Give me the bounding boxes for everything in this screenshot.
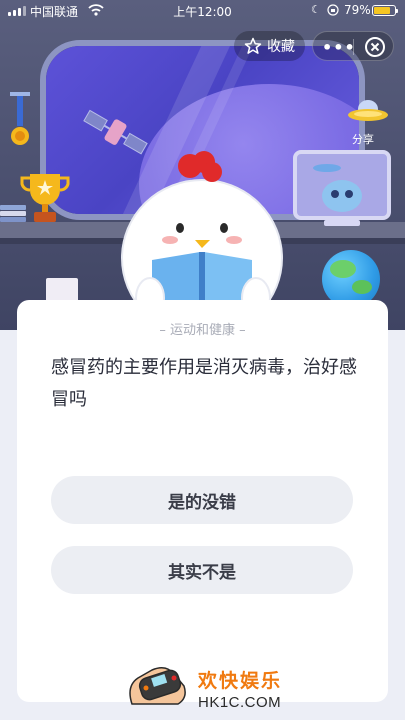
more-dots-icon[interactable]: ••• bbox=[322, 38, 356, 57]
category-label: – 运动和健康 – bbox=[159, 323, 246, 338]
lock-rotation-icon bbox=[327, 4, 339, 16]
watermark-url: HK1C.COM bbox=[198, 694, 282, 711]
question-card: – 运动和健康 – 感冒药的主要作用是消灭病毒，治好感冒吗 是的没错 其实不是 bbox=[17, 300, 388, 702]
watermark-title: 欢快娱乐 bbox=[198, 670, 283, 692]
ufo-share-icon[interactable] bbox=[346, 95, 390, 131]
share-label[interactable]: 分享 bbox=[352, 131, 374, 147]
moon-icon: ☾ bbox=[311, 3, 321, 16]
books bbox=[0, 205, 26, 223]
favorite-label: 收藏 bbox=[267, 39, 295, 55]
trophy-icon bbox=[20, 174, 70, 222]
watermark-gamepad-logo bbox=[129, 667, 186, 705]
miniprogram-capsule: ••• bbox=[312, 31, 394, 61]
favorite-button[interactable]: 收藏 bbox=[234, 31, 305, 61]
status-bar: 中国联通 上午12:00 ☾ 79% bbox=[0, 0, 405, 22]
question-text: 感冒药的主要作用是消灭病毒，治好感冒吗 bbox=[51, 357, 357, 410]
battery-icon bbox=[372, 5, 398, 16]
medal-icon bbox=[10, 92, 30, 145]
alien-monitor bbox=[293, 150, 391, 220]
answer-option-yes[interactable]: 是的没错 bbox=[51, 476, 353, 524]
answer-option-no[interactable]: 其实不是 bbox=[51, 546, 353, 594]
close-circle-icon[interactable] bbox=[364, 36, 386, 58]
star-outline-icon bbox=[244, 37, 262, 54]
battery-percent: 79% bbox=[344, 3, 371, 17]
